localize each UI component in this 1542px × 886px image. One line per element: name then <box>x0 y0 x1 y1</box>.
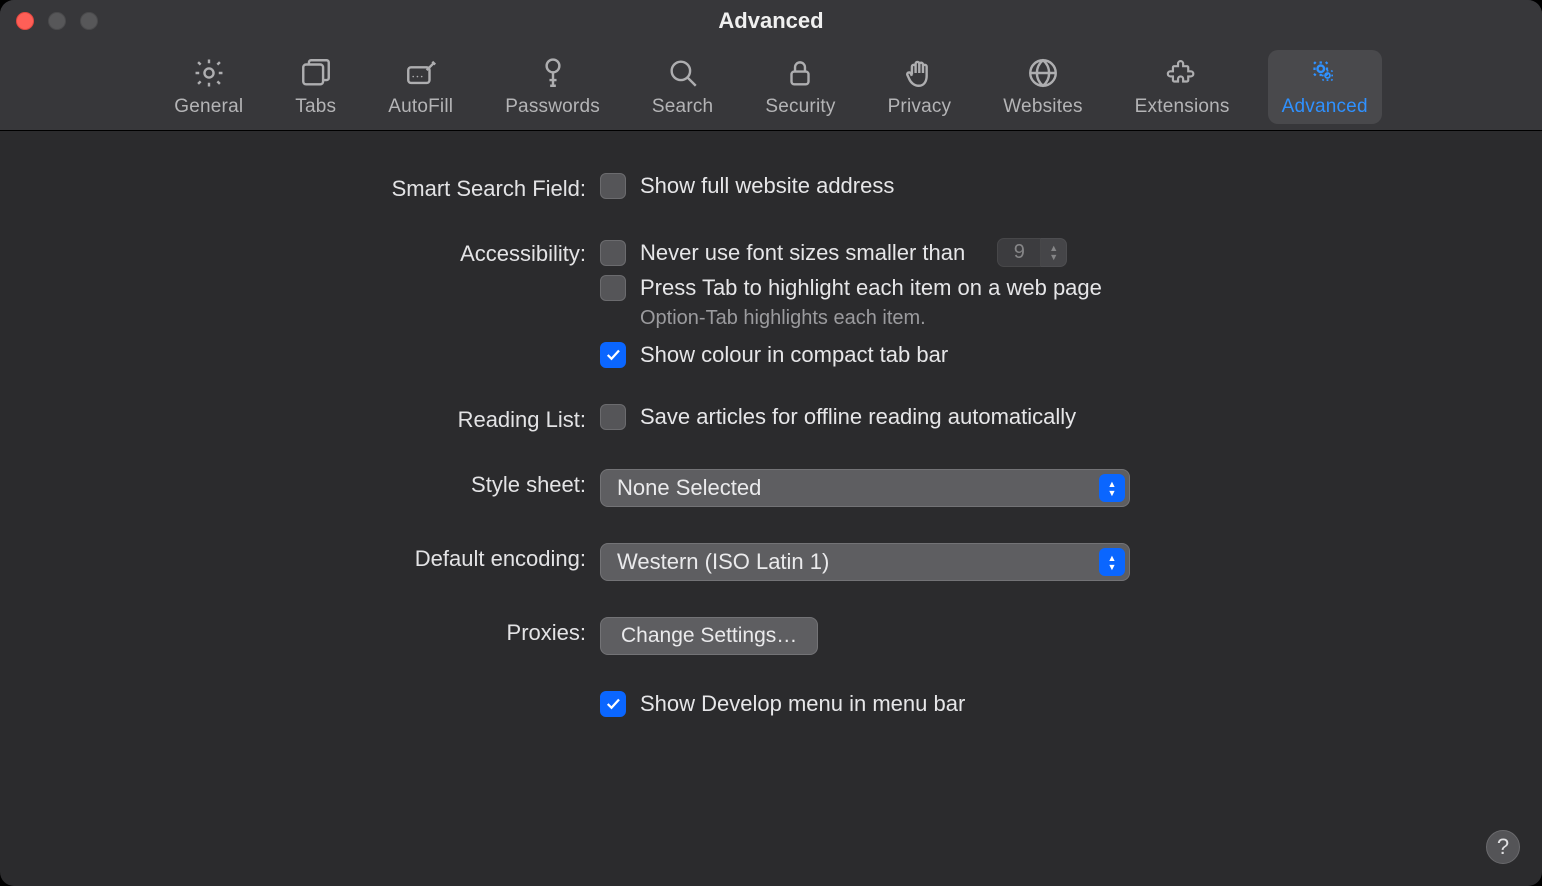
checkbox-tab-highlight[interactable] <box>600 275 626 301</box>
popup-arrows-icon: ▲▼ <box>1099 548 1125 576</box>
tab-passwords[interactable]: Passwords <box>491 50 614 124</box>
label-show-full-address: Show full website address <box>640 173 894 199</box>
popup-default-encoding-value: Western (ISO Latin 1) <box>617 549 829 575</box>
popup-style-sheet-value: None Selected <box>617 475 761 501</box>
tab-label: Security <box>765 96 835 118</box>
label-develop-menu: Show Develop menu in menu bar <box>640 691 965 717</box>
preferences-window: Advanced General Tabs AutoFill Passwords… <box>0 0 1542 886</box>
tab-general[interactable]: General <box>160 50 257 124</box>
key-icon <box>536 56 570 90</box>
titlebar: Advanced <box>0 0 1542 42</box>
tab-label: Privacy <box>888 96 952 118</box>
popup-arrows-icon: ▲▼ <box>1099 474 1125 502</box>
checkbox-show-full-address[interactable] <box>600 173 626 199</box>
autofill-icon <box>404 56 438 90</box>
help-button[interactable]: ? <box>1486 830 1520 864</box>
advanced-pane: Smart Search Field: Show full website ad… <box>0 131 1542 717</box>
puzzle-icon <box>1165 56 1199 90</box>
checkbox-compact-tab-color[interactable] <box>600 342 626 368</box>
globe-icon <box>1026 56 1060 90</box>
section-label-default-encoding: Default encoding: <box>60 543 600 572</box>
hand-icon <box>902 56 936 90</box>
checkbox-offline-reading[interactable] <box>600 404 626 430</box>
section-label-proxies: Proxies: <box>60 617 600 646</box>
tab-extensions[interactable]: Extensions <box>1121 50 1244 124</box>
preferences-toolbar: General Tabs AutoFill Passwords Search S… <box>0 42 1542 131</box>
tab-websites[interactable]: Websites <box>989 50 1096 124</box>
section-label-smart-search: Smart Search Field: <box>60 173 600 202</box>
search-icon <box>666 56 700 90</box>
stepper-buttons[interactable]: ▲▼ <box>1041 238 1067 267</box>
label-min-font-size: Never use font sizes smaller than <box>640 240 965 266</box>
tab-label: Advanced <box>1282 96 1368 118</box>
tab-label: Passwords <box>505 96 600 118</box>
section-label-reading-list: Reading List: <box>60 404 600 433</box>
tab-label: Websites <box>1003 96 1082 118</box>
tab-security[interactable]: Security <box>751 50 849 124</box>
lock-icon <box>783 56 817 90</box>
minimize-window-button[interactable] <box>48 12 66 30</box>
button-change-proxy-settings[interactable]: Change Settings… <box>600 617 818 655</box>
gear-icon <box>192 56 226 90</box>
section-label-develop <box>60 691 600 694</box>
gears-icon <box>1308 56 1342 90</box>
note-option-tab: Option-Tab highlights each item. <box>640 307 1102 330</box>
popup-style-sheet[interactable]: None Selected ▲▼ <box>600 469 1130 507</box>
window-title: Advanced <box>0 8 1542 34</box>
tab-label: General <box>174 96 243 118</box>
tabs-icon <box>299 56 333 90</box>
tab-tabs[interactable]: Tabs <box>281 50 350 124</box>
section-label-style-sheet: Style sheet: <box>60 469 600 498</box>
tab-label: Search <box>652 96 713 118</box>
label-tab-highlight: Press Tab to highlight each item on a we… <box>640 275 1102 301</box>
tab-advanced[interactable]: Advanced <box>1268 50 1382 124</box>
window-controls <box>16 12 98 30</box>
label-compact-tab-color: Show colour in compact tab bar <box>640 342 948 368</box>
tab-label: Tabs <box>295 96 336 118</box>
zoom-window-button[interactable] <box>80 12 98 30</box>
section-label-accessibility: Accessibility: <box>60 238 600 267</box>
checkbox-develop-menu[interactable] <box>600 691 626 717</box>
tab-privacy[interactable]: Privacy <box>874 50 966 124</box>
tab-label: Extensions <box>1135 96 1230 118</box>
label-offline-reading: Save articles for offline reading automa… <box>640 404 1076 430</box>
tab-search[interactable]: Search <box>638 50 727 124</box>
min-font-size-value: 9 <box>997 238 1041 267</box>
close-window-button[interactable] <box>16 12 34 30</box>
tab-autofill[interactable]: AutoFill <box>374 50 467 124</box>
tab-label: AutoFill <box>388 96 453 118</box>
popup-default-encoding[interactable]: Western (ISO Latin 1) ▲▼ <box>600 543 1130 581</box>
min-font-size-stepper[interactable]: 9 ▲▼ <box>997 238 1067 267</box>
checkbox-min-font-size[interactable] <box>600 240 626 266</box>
